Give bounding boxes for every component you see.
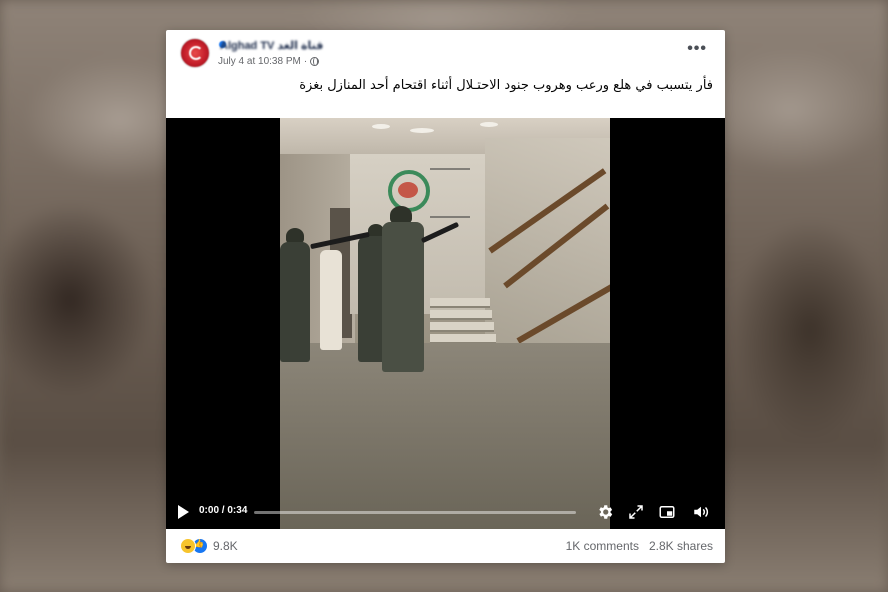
scene-light bbox=[480, 122, 498, 127]
scene-step bbox=[430, 322, 494, 332]
more-options-icon[interactable]: ••• bbox=[687, 41, 707, 57]
post-meta: July 4 at 10:38 PM · bbox=[218, 56, 320, 67]
fullscreen-icon[interactable] bbox=[627, 503, 645, 521]
play-icon[interactable] bbox=[178, 505, 189, 519]
scene-light bbox=[372, 124, 390, 129]
post-timestamp[interactable]: July 4 at 10:38 PM bbox=[218, 56, 301, 67]
post-header: Alghad TV قناة الغد July 4 at 10:38 PM ·… bbox=[166, 30, 725, 118]
soldier-figure bbox=[280, 242, 310, 362]
logo-mark bbox=[189, 46, 203, 60]
civilian-figure bbox=[320, 250, 342, 350]
settings-icon[interactable] bbox=[596, 503, 614, 521]
duration: 0:34 bbox=[227, 505, 248, 516]
video-frame[interactable] bbox=[280, 118, 610, 529]
comments-count[interactable]: 1K comments bbox=[566, 539, 639, 553]
scene-light bbox=[410, 128, 434, 133]
shares-count[interactable]: 2.8K shares bbox=[649, 539, 713, 553]
post-stats: 1K comments 2.8K shares bbox=[566, 539, 713, 553]
current-time: 0:00 bbox=[199, 505, 220, 516]
video-controls: 0:00 / 0:34 bbox=[166, 495, 725, 529]
scene-graffiti bbox=[430, 168, 470, 218]
scene-step bbox=[430, 298, 490, 308]
soldier-figure bbox=[382, 222, 424, 372]
post-caption: فأر يتسبب في هلع ورعب وهروب جنود الاحتـل… bbox=[299, 78, 713, 93]
volume-icon[interactable] bbox=[692, 503, 710, 521]
haha-icon bbox=[180, 538, 196, 554]
video-player[interactable]: 0:00 / 0:34 bbox=[166, 118, 725, 529]
scene-step bbox=[430, 310, 492, 320]
reactions-summary[interactable]: 9.8K bbox=[180, 538, 238, 554]
post-footer: 9.8K 1K comments 2.8K shares bbox=[166, 529, 725, 563]
globe-icon bbox=[310, 57, 320, 66]
progress-bar[interactable] bbox=[254, 511, 576, 514]
facebook-post-card: Alghad TV قناة الغد July 4 at 10:38 PM ·… bbox=[166, 30, 725, 563]
page-name[interactable]: Alghad TV قناة الغد bbox=[220, 39, 323, 52]
scene-graffiti bbox=[398, 182, 418, 198]
page-avatar[interactable] bbox=[180, 38, 210, 68]
video-time: 0:00 / 0:34 bbox=[199, 505, 247, 516]
reaction-count[interactable]: 9.8K bbox=[213, 539, 238, 553]
pip-icon[interactable] bbox=[658, 503, 676, 521]
meta-separator: · bbox=[303, 56, 308, 67]
